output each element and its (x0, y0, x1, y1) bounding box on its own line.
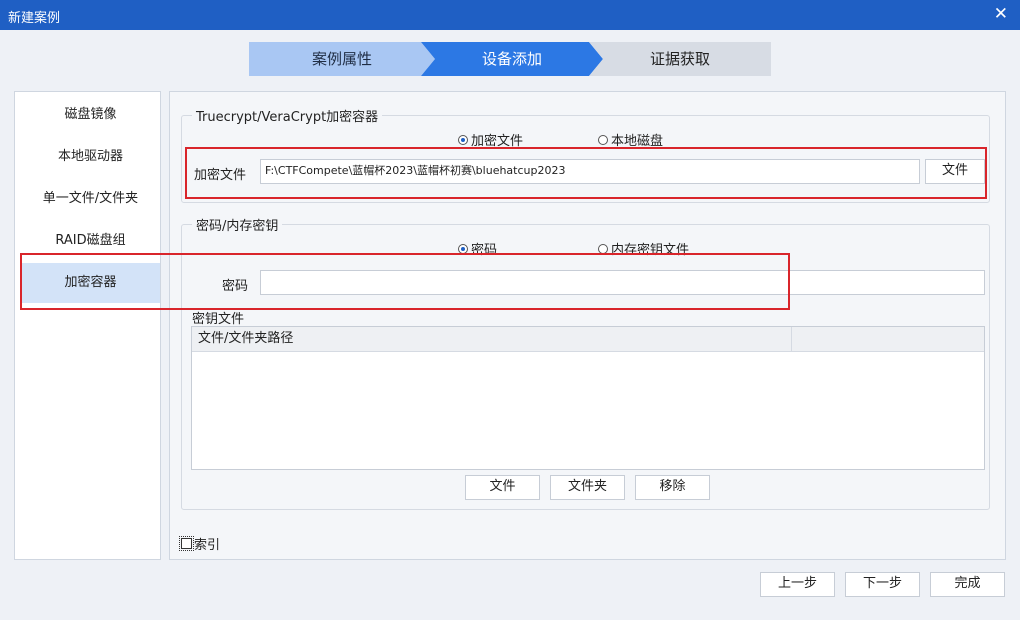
checkbox-unchecked-icon (179, 536, 194, 551)
index-checkbox-label: 索引 (194, 538, 221, 553)
encrypted-file-browse-button[interactable]: 文件 (925, 159, 985, 184)
radio-keyfile-label: 内存密钥文件 (611, 243, 690, 258)
column-path[interactable]: 文件/文件夹路径 (192, 327, 792, 351)
keyfile-label: 密钥文件 (192, 312, 245, 327)
password-label: 密码 (222, 279, 249, 294)
remove-button[interactable]: 移除 (635, 475, 710, 500)
index-checkbox[interactable]: 索引 (179, 534, 221, 553)
encrypted-file-label: 加密文件 (194, 168, 247, 183)
step-case-properties[interactable]: 案例属性 (249, 42, 435, 76)
nav-item-raid[interactable]: RAID磁盘组 (21, 221, 160, 261)
add-folder-button[interactable]: 文件夹 (550, 475, 625, 500)
password-input[interactable] (260, 270, 985, 295)
step-evidence-acquire[interactable]: 证据获取 (589, 42, 771, 76)
container-group-title: Truecrypt/VeraCrypt加密容器 (192, 106, 383, 125)
column-extra[interactable] (792, 327, 984, 351)
nav-item-single-file[interactable]: 单一文件/文件夹 (21, 179, 160, 219)
radio-checked-icon (458, 134, 468, 145)
add-file-button[interactable]: 文件 (465, 475, 540, 500)
radio-keyfile[interactable]: 内存密钥文件 (598, 239, 689, 258)
radio-encrypted-file[interactable]: 加密文件 (458, 130, 523, 149)
radio-local-disk[interactable]: 本地磁盘 (598, 130, 663, 149)
nav-item-encrypted-container[interactable]: 加密容器 (21, 263, 160, 303)
step-device-add[interactable]: 设备添加 (421, 42, 603, 76)
device-type-list: 磁盘镜像 本地驱动器 单一文件/文件夹 RAID磁盘组 加密容器 (14, 91, 161, 560)
finish-button[interactable]: 完成 (930, 572, 1005, 597)
radio-password[interactable]: 密码 (458, 239, 497, 258)
radio-unchecked-icon (598, 243, 608, 254)
close-icon[interactable]: ✕ (994, 4, 1008, 24)
keyfile-table-header: 文件/文件夹路径 (192, 327, 984, 352)
radio-encrypted-file-label: 加密文件 (471, 134, 524, 149)
radio-checked-icon (458, 243, 468, 254)
radio-password-label: 密码 (471, 243, 498, 258)
encrypted-file-path-input[interactable]: F:\CTFCompete\蓝帽杯2023\蓝帽杯初赛\bluehatcup20… (260, 159, 920, 184)
prev-button[interactable]: 上一步 (760, 572, 835, 597)
keyfile-table[interactable]: 文件/文件夹路径 (191, 326, 985, 470)
nav-item-local-drive[interactable]: 本地驱动器 (21, 137, 160, 177)
radio-local-disk-label: 本地磁盘 (611, 134, 664, 149)
next-button[interactable]: 下一步 (845, 572, 920, 597)
title-bar: 新建案例 ✕ (0, 0, 1020, 30)
main-panel: Truecrypt/VeraCrypt加密容器 加密文件 本地磁盘 加密文件 F… (169, 91, 1006, 560)
password-group-title: 密码/内存密钥 (192, 215, 283, 234)
nav-item-disk-image[interactable]: 磁盘镜像 (21, 95, 160, 135)
radio-unchecked-icon (598, 134, 608, 145)
window-title: 新建案例 (8, 11, 61, 26)
wizard-steps: 案例属性 设备添加 证据获取 (249, 42, 771, 76)
